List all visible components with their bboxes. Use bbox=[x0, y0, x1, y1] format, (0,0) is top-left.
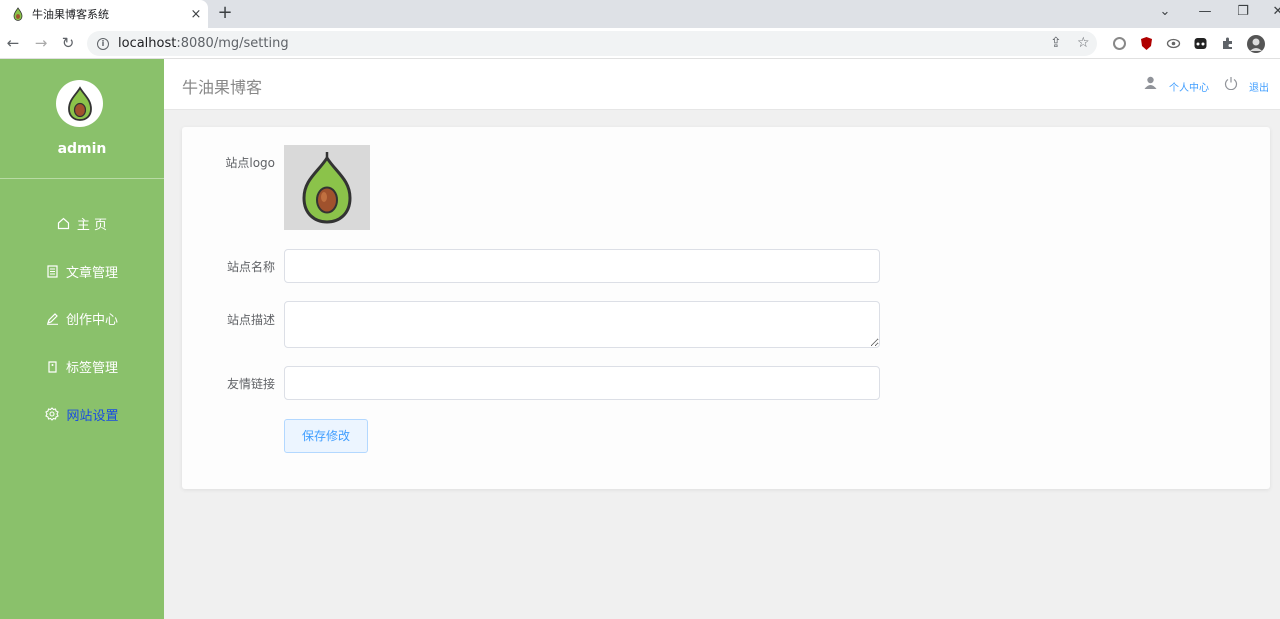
app-header: 牛油果博客 个人中心 退出 bbox=[164, 59, 1280, 110]
save-button[interactable]: 保存修改 bbox=[284, 419, 368, 453]
share-icon[interactable]: ⇪ bbox=[1050, 35, 1062, 51]
sidebar-item-label: 文章管理 bbox=[65, 265, 118, 281]
extensions-puzzle-icon[interactable] bbox=[1220, 36, 1235, 51]
page-title: 牛油果博客 bbox=[182, 78, 263, 97]
sidebar: admin 主 页 文章管理 创作中心 标签管理 网站设置 bbox=[0, 59, 164, 619]
avatar bbox=[56, 80, 103, 127]
site-description-textarea[interactable] bbox=[284, 301, 880, 348]
power-icon[interactable] bbox=[1224, 76, 1238, 90]
logo-label: 站点logo bbox=[225, 156, 275, 170]
home-icon bbox=[57, 217, 70, 229]
document-icon bbox=[47, 264, 58, 278]
site-name-input[interactable] bbox=[284, 249, 880, 283]
extension-circle-icon[interactable] bbox=[1112, 36, 1127, 51]
forward-icon[interactable]: → bbox=[31, 33, 51, 53]
friend-links-input[interactable] bbox=[284, 366, 880, 400]
sidebar-item-label: 标签管理 bbox=[65, 360, 118, 376]
sidebar-item-settings[interactable]: 网站设置 bbox=[0, 399, 164, 429]
gear-icon bbox=[45, 407, 60, 421]
url-path: :8080/mg/setting bbox=[176, 36, 289, 51]
sidebar-item-label: 主 页 bbox=[76, 217, 108, 233]
minimize-icon[interactable]: — bbox=[1195, 4, 1215, 19]
avocado-favicon-icon bbox=[13, 7, 23, 21]
address-bar[interactable]: i localhost:8080/mg/setting ⇪ ☆ bbox=[87, 31, 1097, 56]
extension-dark-icon[interactable] bbox=[1193, 36, 1208, 51]
ublock-icon[interactable] bbox=[1139, 36, 1154, 51]
bookmark-star-icon[interactable]: ☆ bbox=[1077, 35, 1090, 51]
url-text: localhost:8080/mg/setting bbox=[118, 36, 289, 51]
sidebar-item-home[interactable]: 主 页 bbox=[0, 208, 164, 238]
close-window-icon[interactable]: ✕ bbox=[1268, 4, 1280, 19]
site-info-icon[interactable]: i bbox=[97, 37, 109, 50]
sidebar-item-label: 创作中心 bbox=[65, 312, 118, 328]
avocado-logo-icon bbox=[302, 151, 352, 224]
tag-icon bbox=[48, 360, 57, 373]
sidebar-item-create[interactable]: 创作中心 bbox=[0, 303, 164, 333]
extension-eye-icon[interactable] bbox=[1166, 36, 1181, 51]
reload-icon[interactable]: ↻ bbox=[58, 33, 78, 53]
settings-form-card: 站点logo 站点名称 站点描述 友情链接 保存修改 bbox=[182, 127, 1270, 489]
new-tab-button[interactable]: + bbox=[214, 2, 236, 24]
browser-tab[interactable]: 牛油果博客系统 × bbox=[0, 0, 208, 28]
sidebar-item-tags[interactable]: 标签管理 bbox=[0, 351, 164, 381]
url-host: localhost bbox=[118, 36, 177, 51]
avocado-logo-icon bbox=[67, 85, 92, 121]
logout-link[interactable]: 退出 bbox=[1249, 79, 1269, 94]
back-icon[interactable]: ← bbox=[3, 33, 23, 53]
profile-link[interactable]: 个人中心 bbox=[1169, 79, 1209, 94]
pen-icon bbox=[46, 312, 58, 325]
tab-close-icon[interactable]: × bbox=[184, 7, 208, 22]
profile-avatar-icon[interactable] bbox=[1246, 34, 1266, 54]
tab-search-icon[interactable]: ⌄ bbox=[1155, 4, 1175, 19]
browser-toolbar: ← → ↻ i localhost:8080/mg/setting ⇪ ☆ bbox=[0, 28, 1280, 59]
sidebar-item-label: 网站设置 bbox=[66, 408, 119, 424]
browser-tabstrip: 牛油果博客系统 × + ⌄ — ❐ ✕ bbox=[0, 0, 1280, 28]
logo-upload[interactable] bbox=[284, 145, 370, 230]
friend-links-label: 友情链接 bbox=[226, 377, 275, 391]
sidebar-item-articles[interactable]: 文章管理 bbox=[0, 256, 164, 286]
site-name-label: 站点名称 bbox=[226, 260, 275, 274]
tab-title: 牛油果博客系统 bbox=[32, 8, 109, 21]
restore-icon[interactable]: ❐ bbox=[1233, 4, 1253, 19]
sidebar-divider bbox=[0, 178, 164, 179]
site-description-label: 站点描述 bbox=[226, 313, 275, 327]
user-icon[interactable] bbox=[1144, 76, 1157, 90]
sidebar-username: admin bbox=[57, 141, 107, 157]
